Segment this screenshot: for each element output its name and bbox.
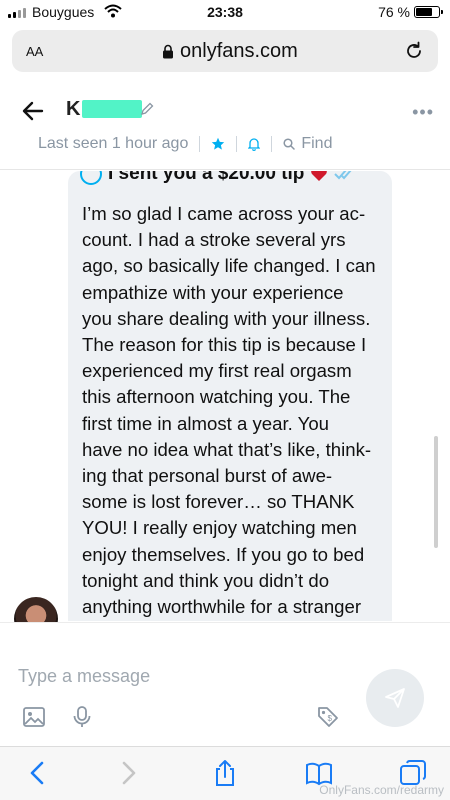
double-check-icon	[334, 171, 352, 180]
tip-text: I sent you a $20.00 tip	[108, 171, 305, 184]
browser-back-icon[interactable]	[24, 759, 52, 787]
price-tag-icon[interactable]: $	[316, 705, 340, 729]
find-button[interactable]: Find	[283, 135, 332, 153]
url-display[interactable]: onlyfans.com	[162, 39, 298, 63]
name-redaction	[82, 100, 142, 118]
tip-line: I sent you a $20.00 tip	[80, 171, 356, 185]
message-text: I’m so glad I came across your ac- count…	[82, 203, 376, 618]
battery-level	[416, 8, 432, 16]
address-bar[interactable]: AA onlyfans.com	[12, 30, 438, 72]
dollar-icon	[80, 171, 102, 185]
watermark: OnlyFans.com/redarmy	[319, 783, 444, 797]
lock-icon	[163, 44, 173, 58]
chat-header: K ••• Last seen 1 hour ago Find	[0, 90, 450, 170]
send-icon	[385, 688, 405, 708]
edit-icon[interactable]	[140, 102, 154, 116]
reload-icon[interactable]	[404, 41, 424, 61]
text-size-button[interactable]: AA	[26, 40, 43, 61]
message-list[interactable]: I sent you a $20.00 tip I’m so glad I ca…	[0, 171, 450, 621]
share-icon[interactable]	[211, 759, 239, 787]
battery-icon	[414, 6, 443, 18]
star-icon[interactable]	[211, 137, 225, 151]
more-dots-icon[interactable]: •••	[412, 102, 434, 123]
url-text: onlyfans.com	[180, 39, 298, 62]
last-seen: Last seen 1 hour ago	[38, 135, 189, 152]
message-composer: $	[0, 622, 450, 746]
svg-text:$: $	[328, 714, 333, 723]
message-input[interactable]	[18, 661, 338, 691]
divider	[236, 136, 238, 152]
divider	[271, 136, 273, 152]
send-button[interactable]	[366, 669, 424, 727]
status-bar: Bouygues 23:38 76 %	[0, 0, 450, 26]
heart-icon	[311, 171, 328, 181]
battery-percent: 76 %	[378, 4, 410, 20]
image-icon[interactable]	[22, 705, 46, 729]
bell-icon[interactable]	[248, 137, 261, 151]
divider	[199, 136, 201, 152]
search-icon	[283, 138, 296, 150]
browser-toolbar: OnlyFans.com/redarmy	[0, 746, 450, 800]
scrollbar[interactable]	[434, 436, 438, 548]
contact-name[interactable]: K	[66, 98, 80, 121]
contact-meta: Last seen 1 hour ago Find	[38, 134, 332, 154]
microphone-icon[interactable]	[70, 705, 94, 729]
find-label: Find	[301, 135, 333, 152]
browser-forward-icon[interactable]	[114, 759, 142, 787]
back-arrow-icon[interactable]	[22, 100, 44, 122]
message-bubble[interactable]: I sent you a $20.00 tip I’m so glad I ca…	[68, 171, 392, 621]
